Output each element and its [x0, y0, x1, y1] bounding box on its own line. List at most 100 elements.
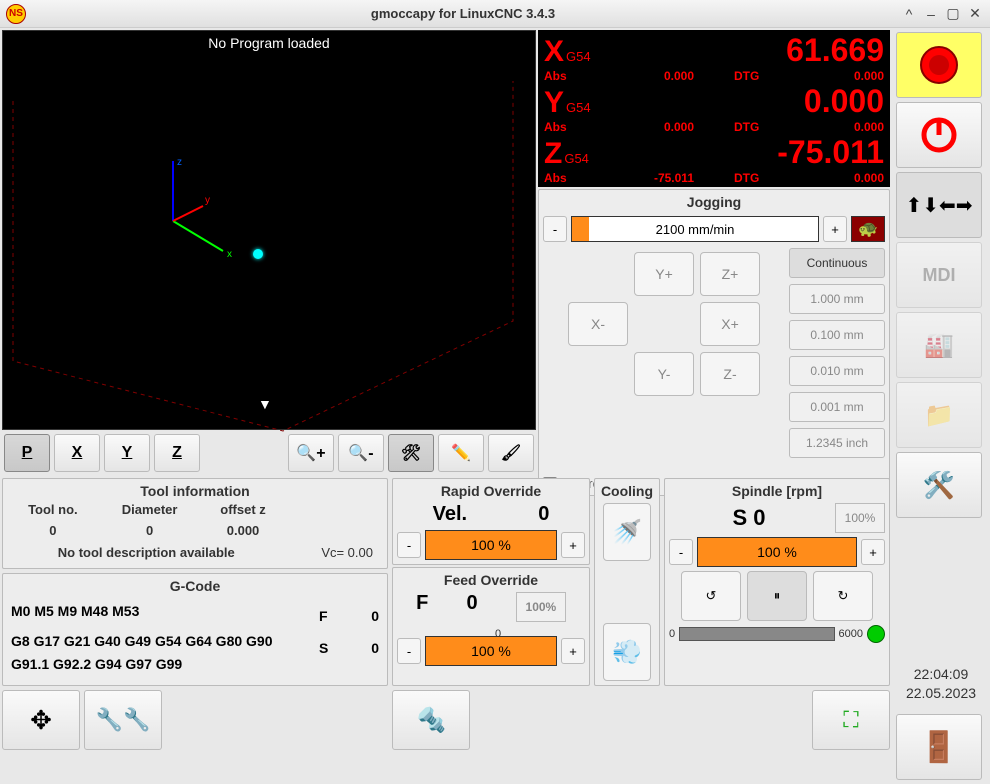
stop-spindle-icon: ⏸ — [774, 588, 781, 604]
jog-step-continuous[interactable]: Continuous — [789, 248, 885, 278]
tools-icon: 🔧🔧 — [96, 707, 151, 733]
auto-mode-button[interactable]: 🏭 — [896, 312, 982, 378]
cooling-title: Cooling — [601, 483, 653, 499]
jog-step-001mm[interactable]: 0.010 mm — [789, 356, 885, 386]
jog-z-minus-button[interactable]: Z- — [700, 352, 760, 396]
manual-icon: ⬆⬇⬅➡ — [905, 193, 972, 218]
rapid-title: Rapid Override — [397, 483, 585, 499]
ccw-icon: ↺ — [706, 588, 717, 604]
titlebar: NS gmoccapy for LinuxCNC 3.4.3 ^ – ▢ ✕ — [0, 0, 990, 28]
active-mcodes: M0 M5 M9 M48 M53 — [11, 600, 307, 622]
tool-description: No tool description available — [7, 541, 286, 564]
spindle-override-slider[interactable]: 100 % — [697, 537, 857, 567]
jog-speed-minus-button[interactable]: - — [543, 216, 567, 242]
jog-y-plus-button[interactable]: Y+ — [634, 252, 694, 296]
power-icon — [919, 115, 959, 155]
jog-step-0001mm[interactable]: 0.001 mm — [789, 392, 885, 422]
user-tab-button[interactable]: 📁 — [896, 382, 982, 448]
feed-minus-button[interactable]: - — [397, 638, 421, 664]
spindle-stop-button[interactable]: ⏸ — [747, 571, 807, 621]
rpm-min: 0 — [669, 628, 675, 640]
spindle-max-button[interactable]: 100% — [835, 503, 885, 533]
mdi-mode-button[interactable]: MDI — [896, 242, 982, 308]
spindle-speed: S 0 — [669, 505, 829, 531]
cw-icon: ↻ — [838, 588, 849, 604]
window-title: gmoccapy for LinuxCNC 3.4.3 — [26, 6, 900, 21]
clock-date: 22.05.2023 — [896, 684, 986, 704]
power-button[interactable] — [896, 102, 982, 168]
turtle-icon: 🐢 — [858, 219, 878, 239]
dro-z[interactable]: ZG54-75.011 Abs-75.011DTG0.000 — [544, 134, 884, 185]
app-icon: NS — [6, 4, 26, 24]
settings-button[interactable]: 🛠️ — [896, 452, 982, 518]
rpm-max: 6000 — [839, 628, 863, 640]
feed-title: Feed Override — [397, 572, 585, 588]
minimize-icon[interactable]: – — [922, 5, 940, 23]
close-icon[interactable]: ✕ — [966, 5, 984, 23]
spindle-plus-button[interactable]: + — [861, 539, 885, 565]
dro-panel: XG5461.669 Abs0.000DTG0.000 YG540.000 Ab… — [538, 30, 890, 187]
gcode-s-value: 0 — [371, 640, 379, 656]
rpm-bar — [679, 627, 834, 641]
rapid-override-slider[interactable]: 100 % — [425, 530, 557, 560]
exit-button[interactable]: 🚪 — [896, 714, 982, 780]
toolinfo-title: Tool information — [7, 483, 383, 499]
tool-diameter: 0 — [146, 523, 153, 538]
active-gcodes: G8 G17 G21 G40 G49 G54 G64 G80 G90 G91.1… — [11, 630, 307, 675]
tool-measure-button[interactable]: 🔩 — [392, 690, 470, 750]
spindle-ok-led — [867, 625, 885, 643]
fullscreen-icon: ⛶ — [843, 707, 858, 733]
manual-mode-button[interactable]: ⬆⬇⬅➡ — [896, 172, 982, 238]
mist-icon: 💨 — [612, 638, 642, 667]
rapid-minus-button[interactable]: - — [397, 532, 421, 558]
feed-max-button[interactable]: 100% — [516, 592, 566, 622]
spindle-cw-button[interactable]: ↻ — [813, 571, 873, 621]
tool-vc: Vc= 0.00 — [286, 541, 383, 564]
feed-override-slider[interactable]: 100 % — [425, 636, 557, 666]
estop-icon — [917, 43, 961, 87]
settings-icon: 🛠️ — [923, 470, 955, 501]
jog-speed-value: 2100 mm/min — [656, 222, 735, 237]
estop-button[interactable] — [896, 32, 982, 98]
jog-x-plus-button[interactable]: X+ — [700, 302, 760, 346]
jog-step-01mm[interactable]: 0.100 mm — [789, 320, 885, 350]
dro-y[interactable]: YG540.000 Abs0.000DTG0.000 — [544, 83, 884, 134]
spindle-ccw-button[interactable]: ↺ — [681, 571, 741, 621]
fullscreen-button[interactable]: ⛶ — [812, 690, 890, 750]
jog-x-minus-button[interactable]: X- — [568, 302, 628, 346]
feed-f-value: 0 — [467, 592, 478, 622]
spindle-minus-button[interactable]: - — [669, 539, 693, 565]
jog-speed-plus-button[interactable]: + — [823, 216, 847, 242]
touchoff-button[interactable]: ✥ — [2, 690, 80, 750]
spindle-title: Spindle [rpm] — [669, 483, 885, 499]
folder-user-icon: 📁 — [924, 401, 954, 430]
toolinfo-table: Tool no.Diameteroffset z 0 0 0.000 No to… — [7, 499, 383, 564]
turtle-mode-button[interactable]: 🐢 — [851, 216, 885, 242]
flood-button[interactable]: 🚿 — [603, 503, 651, 561]
auto-icon: 🏭 — [924, 331, 954, 360]
dro-x[interactable]: XG5461.669 Abs0.000DTG0.000 — [544, 32, 884, 83]
jog-y-minus-button[interactable]: Y- — [634, 352, 694, 396]
mist-button[interactable]: 💨 — [603, 623, 651, 681]
exit-icon: 🚪 — [920, 730, 957, 765]
gcode-title: G-Code — [7, 578, 383, 594]
flood-icon: 🚿 — [612, 518, 642, 547]
jog-step-1mm[interactable]: 1.000 mm — [789, 284, 885, 314]
clock-time: 22:04:09 — [896, 665, 986, 685]
gcode-f-value: 0 — [371, 608, 379, 624]
feed-plus-button[interactable]: + — [561, 638, 585, 664]
rapid-plus-button[interactable]: + — [561, 532, 585, 558]
jog-step-inch[interactable]: 1.2345 inch — [789, 428, 885, 458]
jog-z-plus-button[interactable]: Z+ — [700, 252, 760, 296]
jogging-title: Jogging — [543, 194, 885, 210]
window-up-icon[interactable]: ^ — [900, 5, 918, 23]
jog-speed-slider[interactable]: 2100 mm/min — [571, 216, 819, 242]
jog-steps: Continuous 1.000 mm 0.100 mm 0.010 mm 0.… — [789, 248, 885, 458]
maximize-icon[interactable]: ▢ — [944, 5, 962, 23]
tool-offset-z: 0.000 — [227, 523, 260, 538]
gcode-preview[interactable]: No Program loaded z x y ▼ — [2, 30, 536, 430]
tool-number: 0 — [49, 523, 56, 538]
rapid-vel-value: 0 — [538, 503, 549, 526]
probe-icon: 🔩 — [416, 706, 446, 735]
tooledit-button[interactable]: 🔧🔧 — [84, 690, 162, 750]
